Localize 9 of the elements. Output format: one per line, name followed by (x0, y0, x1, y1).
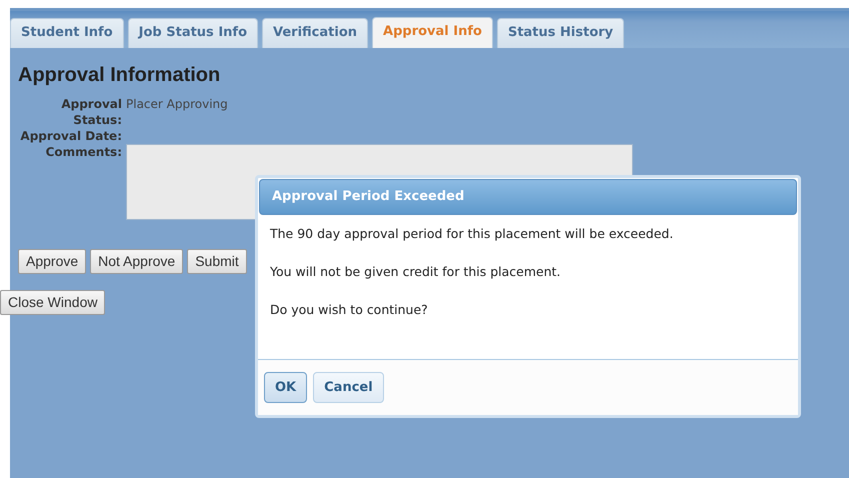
field-label: Approval Date: (19, 128, 122, 144)
field-value: Placer Approving (126, 96, 229, 113)
field-label: Comments: (44, 144, 122, 161)
field-label: Approval Status: (60, 96, 122, 128)
dialog-message: Do you wish to continue? (270, 302, 429, 318)
page-heading: Approval Information (18, 63, 222, 88)
dialog-title: Approval Period Exceeded (259, 179, 797, 214)
dialog-message: You will not be given credit for this placement. (270, 264, 562, 280)
dialog-message: The 90 day approval period for this placement will be exceeded. (270, 226, 674, 242)
